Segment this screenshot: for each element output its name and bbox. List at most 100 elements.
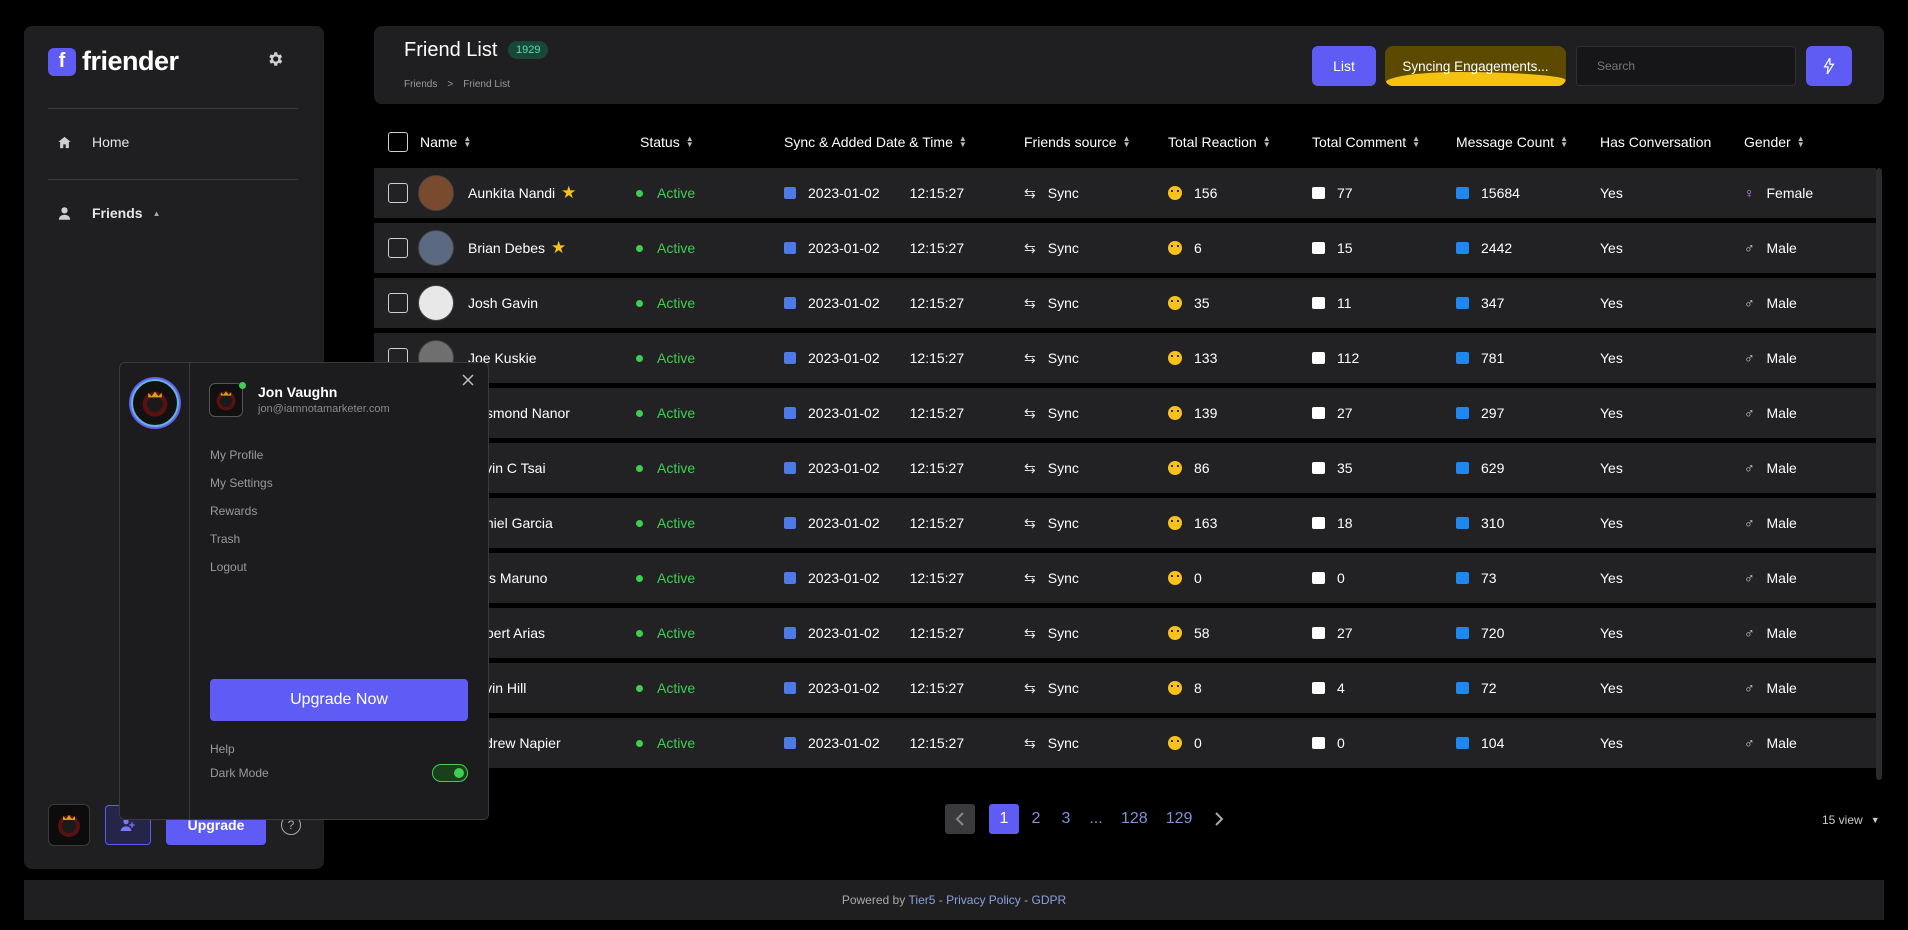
table-row[interactable]: Andrew Napier Active 2023-01-02 12:15:27… xyxy=(374,718,1876,768)
page-1[interactable]: 1 xyxy=(989,804,1019,834)
column-comment[interactable]: Total Comment ▲ ▼ xyxy=(1312,134,1420,150)
friend-name-cell[interactable]: Aunkita Nandi ★ xyxy=(418,168,576,218)
sidebar-item-friends[interactable]: Friends ▲ xyxy=(56,205,161,221)
friend-name: Josh Gavin xyxy=(468,295,539,311)
sync-label: Syncing Engagements... xyxy=(1402,58,1549,74)
date-text: 2023-01-02 xyxy=(808,240,880,256)
status-dot xyxy=(636,519,643,527)
column-conversation[interactable]: Has Conversation xyxy=(1600,134,1711,150)
friend-name-cell[interactable]: Brian Debes ★ xyxy=(418,223,566,273)
reaction-icon xyxy=(1168,351,1182,365)
table-row[interactable]: Kevin C Tsai Active 2023-01-02 12:15:27 … xyxy=(374,443,1876,493)
menu-item-my-settings[interactable]: My Settings xyxy=(210,476,273,490)
sidebar-item-label: Home xyxy=(92,134,130,150)
table-row[interactable]: Joe Kuskie Active 2023-01-02 12:15:27 ⇆ … xyxy=(374,333,1876,383)
table-row[interactable]: Desmond Nanor Active 2023-01-02 12:15:27… xyxy=(374,388,1876,438)
reaction-cell: 58 xyxy=(1168,608,1210,658)
message-icon xyxy=(1456,352,1469,364)
reaction-icon xyxy=(1168,681,1182,695)
search-input[interactable]: Search xyxy=(1576,46,1796,86)
messages-cell: 297 xyxy=(1456,388,1504,438)
caret-up-icon: ▲ xyxy=(152,208,161,218)
column-source[interactable]: Friends source ▲ ▼ xyxy=(1024,134,1131,150)
select-all-checkbox[interactable] xyxy=(388,132,408,152)
page-129[interactable]: 129 xyxy=(1162,804,1197,834)
table-scrollbar[interactable] xyxy=(1876,168,1882,780)
comment-icon xyxy=(1312,352,1325,364)
menu-item-trash[interactable]: Trash xyxy=(210,532,240,546)
source-text: Sync xyxy=(1047,625,1079,641)
page-2[interactable]: 2 xyxy=(1021,804,1051,834)
table-row[interactable]: Kevin Hill Active 2023-01-02 12:15:27 ⇆ … xyxy=(374,663,1876,713)
page-128[interactable]: 128 xyxy=(1117,804,1152,834)
quick-action-button[interactable] xyxy=(1806,46,1852,86)
table-row[interactable]: Daniel Garcia Active 2023-01-02 12:15:27… xyxy=(374,498,1876,548)
source-cell: ⇆ Sync xyxy=(1024,663,1079,713)
gdpr-link[interactable]: GDPR xyxy=(1031,893,1066,907)
gender-text: Male xyxy=(1766,680,1797,696)
page-size-select[interactable]: 15 view ▼ xyxy=(1822,813,1880,827)
column-gender[interactable]: Gender ▲ ▼ xyxy=(1744,134,1805,150)
avatar xyxy=(418,175,454,211)
row-checkbox[interactable] xyxy=(388,168,408,218)
table-row[interactable]: Robert Arias Active 2023-01-02 12:15:27 … xyxy=(374,608,1876,658)
conversation-text: Yes xyxy=(1600,570,1623,586)
date-cell: 2023-01-02 12:15:27 xyxy=(784,278,964,328)
column-messages[interactable]: Message Count ▲ ▼ xyxy=(1456,134,1568,150)
app-logo[interactable]: f friender xyxy=(48,46,179,77)
status-cell: Active xyxy=(636,498,695,548)
gear-icon[interactable] xyxy=(266,50,286,70)
footer-brand-link[interactable]: Tier5 xyxy=(909,893,936,907)
friend-name-cell[interactable]: Josh Gavin xyxy=(418,278,538,328)
column-name[interactable]: Name ▲ ▼ xyxy=(420,134,471,150)
conversation-text: Yes xyxy=(1600,185,1623,201)
reaction-icon xyxy=(1168,571,1182,585)
column-date[interactable]: Sync & Added Date & Time ▲ ▼ xyxy=(784,134,967,150)
sync-progress-wave xyxy=(1385,72,1566,86)
column-status[interactable]: Status ▲ ▼ xyxy=(640,134,694,150)
time-text: 12:15:27 xyxy=(909,625,965,641)
column-reaction[interactable]: Total Reaction ▲ ▼ xyxy=(1168,134,1271,150)
popup-avatar[interactable] xyxy=(131,379,179,427)
message-count: 2442 xyxy=(1481,240,1513,256)
message-icon xyxy=(1456,682,1469,694)
time-text: 12:15:27 xyxy=(909,735,965,751)
menu-item-my-profile[interactable]: My Profile xyxy=(210,448,263,462)
source-cell: ⇆ Sync xyxy=(1024,443,1079,493)
reaction-cell: 8 xyxy=(1168,663,1202,713)
menu-item-rewards[interactable]: Rewards xyxy=(210,504,257,518)
help-link[interactable]: Help xyxy=(210,742,235,756)
sidebar-item-home[interactable]: Home xyxy=(56,134,129,150)
dark-mode-toggle[interactable] xyxy=(432,764,468,782)
table-row[interactable]: Aunkita Nandi ★ Active 2023-01-02 12:15:… xyxy=(374,168,1876,218)
privacy-policy-link[interactable]: Privacy Policy xyxy=(946,893,1021,907)
row-checkbox[interactable] xyxy=(388,223,408,273)
logo-text: friender xyxy=(82,46,179,76)
next-page-button[interactable] xyxy=(1204,804,1234,834)
comment-cell: 27 xyxy=(1312,608,1353,658)
avatar[interactable] xyxy=(48,804,90,846)
gender-cell: ♂ Male xyxy=(1744,663,1797,713)
reaction-count: 58 xyxy=(1194,625,1210,641)
reaction-icon xyxy=(1168,296,1182,310)
menu-item-logout[interactable]: Logout xyxy=(210,560,247,574)
sync-engagements-button[interactable]: Syncing Engagements... xyxy=(1385,46,1566,86)
table-row[interactable]: Josh Gavin Active 2023-01-02 12:15:27 ⇆ … xyxy=(374,278,1876,328)
crest-icon xyxy=(49,805,89,845)
table-row[interactable]: Brian Debes ★ Active 2023-01-02 12:15:27… xyxy=(374,223,1876,273)
row-checkbox[interactable] xyxy=(388,278,408,328)
prev-page-button[interactable] xyxy=(945,804,975,834)
comment-count: 35 xyxy=(1337,460,1353,476)
table-row[interactable]: Ems Maruno Active 2023-01-02 12:15:27 ⇆ … xyxy=(374,553,1876,603)
list-button[interactable]: List xyxy=(1312,46,1376,86)
date-cell: 2023-01-02 12:15:27 xyxy=(784,388,964,438)
source-text: Sync xyxy=(1047,735,1079,751)
upgrade-now-button[interactable]: Upgrade Now xyxy=(210,679,468,721)
page-3[interactable]: 3 xyxy=(1051,804,1081,834)
close-icon[interactable] xyxy=(462,373,474,391)
source-text: Sync xyxy=(1047,185,1079,201)
breadcrumb-item-friends[interactable]: Friends xyxy=(404,79,437,90)
source-cell: ⇆ Sync xyxy=(1024,718,1079,768)
time-text: 12:15:27 xyxy=(909,515,965,531)
calendar-icon xyxy=(784,352,796,364)
